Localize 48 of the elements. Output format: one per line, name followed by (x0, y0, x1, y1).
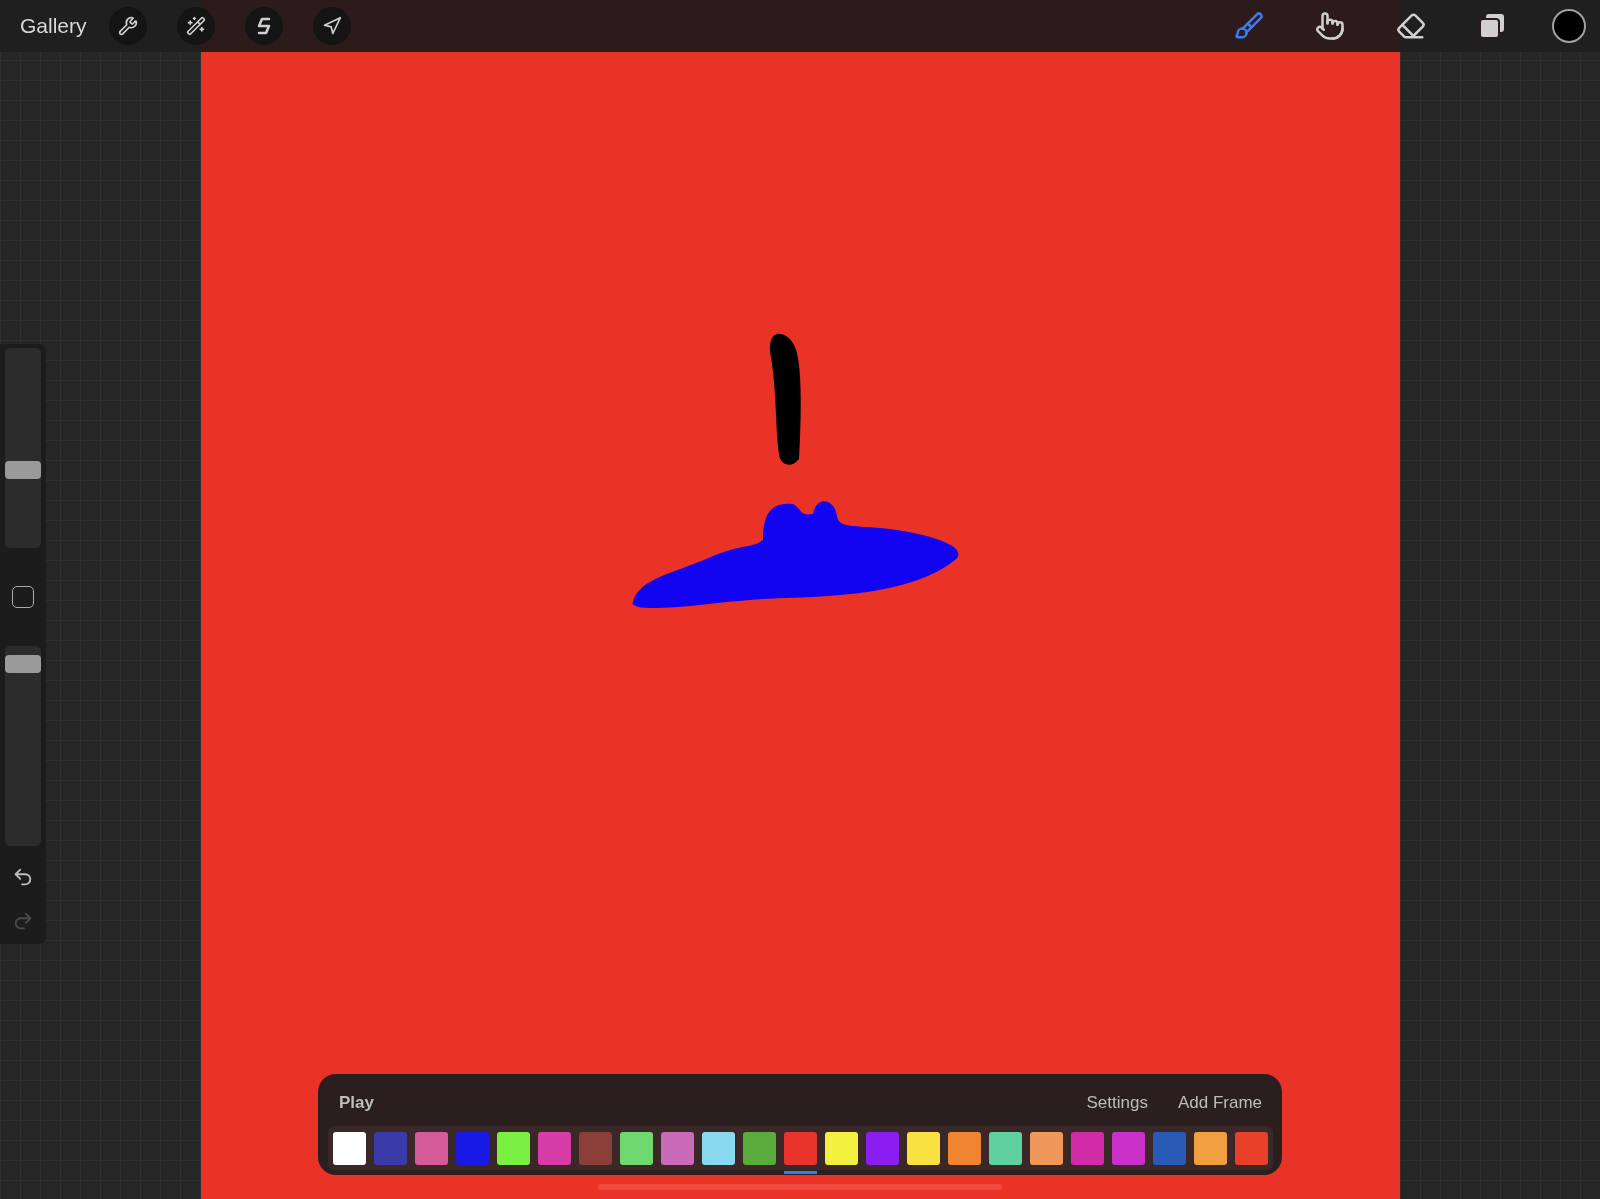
frame-thumbnail[interactable] (1112, 1131, 1145, 1165)
wrench-icon (117, 16, 138, 36)
play-button[interactable]: Play (339, 1093, 374, 1113)
frame-thumbnail[interactable] (456, 1131, 489, 1165)
magic-wand-icon (185, 16, 206, 36)
color-swatch-button[interactable] (1552, 9, 1586, 43)
layers-icon (1478, 12, 1506, 40)
frame-thumbnail[interactable] (1153, 1131, 1186, 1165)
vertical-slider[interactable] (5, 646, 41, 846)
panel-action-button[interactable]: Add Frame (1177, 1093, 1262, 1113)
eraser-icon (1396, 11, 1426, 41)
arrow-icon (321, 16, 342, 36)
brush-icon (1234, 11, 1264, 41)
frame-thumbnail[interactable] (825, 1131, 858, 1165)
slider-handle[interactable] (5, 655, 41, 674)
square-button[interactable] (12, 586, 34, 608)
frame-thumbnail[interactable] (620, 1131, 653, 1165)
settings-button[interactable] (108, 7, 147, 45)
frame-thumbnail[interactable] (415, 1131, 448, 1165)
frame-thumbnail[interactable] (1194, 1131, 1227, 1165)
frame-thumbnail[interactable] (579, 1131, 612, 1165)
adjustments-button[interactable] (176, 7, 215, 45)
frame-thumbnail[interactable] (661, 1131, 694, 1165)
redo-icon (12, 910, 34, 932)
finger-icon (1315, 11, 1345, 41)
undo-icon (12, 866, 34, 888)
vertical-slider[interactable] (5, 348, 41, 548)
panel-action-button[interactable]: Settings (1086, 1093, 1148, 1113)
s-curve-icon (255, 16, 272, 36)
frame-thumbnail[interactable] (702, 1131, 735, 1165)
selection-button[interactable] (244, 7, 283, 45)
frame-thumbnail[interactable] (538, 1131, 571, 1165)
frame-thumbnail[interactable] (1235, 1131, 1268, 1165)
transform-button[interactable] (312, 7, 351, 45)
frame-thumbnail[interactable] (948, 1131, 981, 1165)
frame-thumbnail[interactable] (784, 1131, 817, 1165)
frame-thumbnail[interactable] (907, 1131, 940, 1165)
frame-thumbnail[interactable] (989, 1131, 1022, 1165)
frame-thumbnail[interactable] (866, 1131, 899, 1165)
frame-thumbnail[interactable] (1030, 1131, 1063, 1165)
slider-handle[interactable] (5, 460, 41, 479)
frame-thumbnail[interactable] (1071, 1131, 1104, 1165)
frame-thumbnail[interactable] (333, 1131, 366, 1165)
frame-thumbnail[interactable] (374, 1131, 407, 1165)
undo-button[interactable] (12, 866, 34, 888)
frame-thumbnail[interactable] (743, 1131, 776, 1165)
gallery-button[interactable]: Gallery (20, 14, 87, 38)
frame-thumbnail[interactable] (497, 1131, 530, 1165)
